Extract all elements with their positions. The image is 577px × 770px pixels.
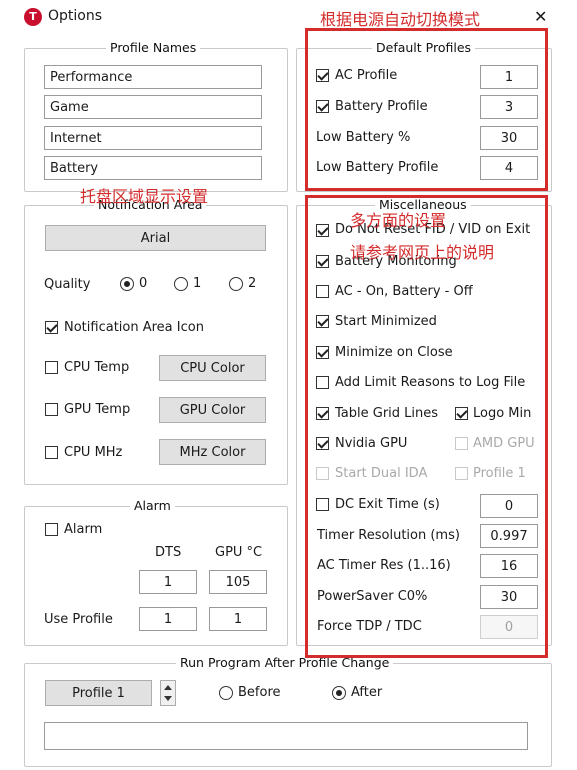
default-profiles-annotation-box <box>305 28 548 191</box>
close-icon[interactable]: ✕ <box>534 7 547 26</box>
run-program-profile-button[interactable]: Profile 1 <box>45 680 152 706</box>
use-profile-gpu-value[interactable]: 1 <box>209 607 267 631</box>
profile-name-2-input[interactable]: Game <box>44 95 262 119</box>
alarm-dts-value[interactable]: 1 <box>139 570 197 594</box>
alarm-label: Alarm <box>64 522 103 537</box>
spin-up-icon[interactable] <box>164 685 172 690</box>
font-button[interactable]: Arial <box>45 225 266 251</box>
profile-name-4-input[interactable]: Battery <box>44 156 262 180</box>
spin-down-icon[interactable] <box>164 696 172 701</box>
program-path-input[interactable] <box>44 722 528 750</box>
quality-option-0-label: 0 <box>139 276 148 291</box>
before-radio[interactable] <box>219 686 233 700</box>
quality-radio-2[interactable] <box>229 277 243 291</box>
profile-names-legend: Profile Names <box>106 40 201 55</box>
quality-option-1-label: 1 <box>193 276 202 291</box>
profile-spinner[interactable] <box>160 680 176 706</box>
quality-label: Quality <box>44 277 91 292</box>
misc-settings-annotation: 多方面的设置 <box>350 211 447 230</box>
dts-header: DTS <box>155 545 182 560</box>
before-label: Before <box>238 685 281 700</box>
use-profile-label: Use Profile <box>44 612 113 627</box>
cpu-temp-checkbox[interactable] <box>45 361 58 374</box>
after-label: After <box>351 685 383 700</box>
app-logo-icon: T <box>24 8 42 26</box>
cpu-mhz-checkbox[interactable] <box>45 446 58 459</box>
alarm-legend: Alarm <box>130 498 175 513</box>
cpu-mhz-label: CPU MHz <box>64 445 123 460</box>
tray-display-annotation: 托盘区域显示设置 <box>80 187 209 206</box>
gpu-temp-header: GPU °C <box>215 545 263 560</box>
auto-switch-annotation: 根据电源自动切换模式 <box>320 10 481 29</box>
alarm-gpu-value[interactable]: 105 <box>209 570 267 594</box>
gpu-temp-checkbox[interactable] <box>45 403 58 416</box>
quality-radio-0[interactable] <box>120 277 134 291</box>
after-radio[interactable] <box>332 686 346 700</box>
cpu-color-button[interactable]: CPU Color <box>159 355 266 381</box>
miscellaneous-annotation-box <box>305 195 548 658</box>
gpu-color-button[interactable]: GPU Color <box>159 397 266 423</box>
notification-icon-label: Notification Area Icon <box>64 320 204 335</box>
run-program-group <box>24 663 552 767</box>
use-profile-dts-value[interactable]: 1 <box>139 607 197 631</box>
mhz-color-button[interactable]: MHz Color <box>159 439 266 465</box>
cpu-temp-label: CPU Temp <box>64 360 130 375</box>
see-web-annotation: 请参考网页上的说明 <box>350 243 495 262</box>
quality-radio-1[interactable] <box>174 277 188 291</box>
profile-name-3-input[interactable]: Internet <box>44 126 262 150</box>
alarm-checkbox[interactable] <box>45 523 58 536</box>
profile-name-1-input[interactable]: Performance <box>44 65 262 89</box>
notification-icon-checkbox[interactable] <box>45 321 58 334</box>
window-title: Options <box>48 8 103 24</box>
quality-option-2-label: 2 <box>248 276 257 291</box>
gpu-temp-label: GPU Temp <box>64 402 131 417</box>
